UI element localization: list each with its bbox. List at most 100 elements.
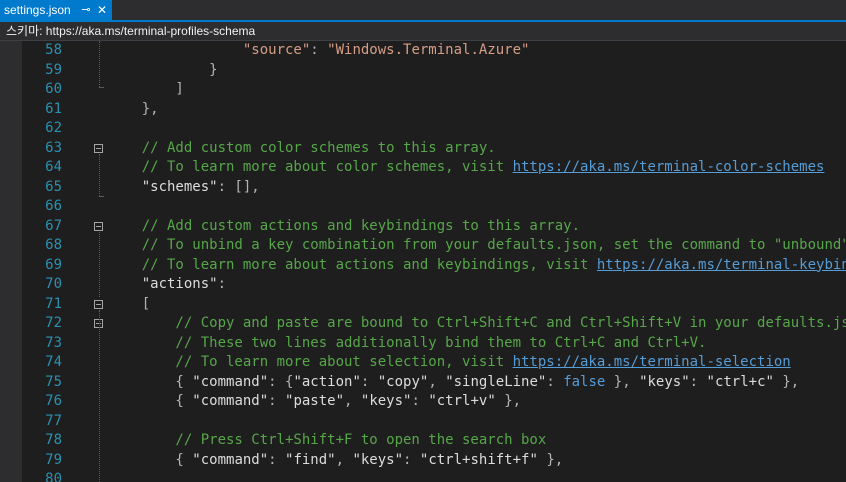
code-token: : [],: [217, 178, 260, 195]
code-token: :: [360, 373, 378, 390]
outline-guide: [99, 231, 100, 297]
code-token: },: [108, 100, 159, 117]
code-line[interactable]: 73 // These two lines additionally bind …: [0, 334, 846, 354]
outline-guide: [99, 41, 100, 87]
code-text: // To learn more about color schemes, vi…: [108, 158, 825, 178]
code-text: "schemes": [],: [108, 178, 260, 198]
code-token: :: [268, 451, 286, 468]
code-text: // To learn more about selection, visit …: [108, 353, 791, 373]
code-line[interactable]: 75 { "command": {"action": "copy", "sing…: [0, 373, 846, 393]
code-token: },: [495, 393, 522, 409]
code-line[interactable]: 79 { "command": "find", "keys": "ctrl+sh…: [0, 451, 846, 471]
schema-text: 스키마: https://aka.ms/terminal-profiles-sc…: [6, 24, 256, 38]
line-number: 72: [45, 315, 62, 331]
code-line[interactable]: 62: [0, 119, 846, 139]
pin-icon[interactable]: ⊸: [80, 3, 92, 17]
code-text: ]: [108, 80, 183, 100]
code-line[interactable]: 71 [: [0, 295, 846, 315]
code-text: "source": "Windows.Terminal.Azure": [108, 41, 530, 61]
code-token: ,: [428, 373, 446, 390]
code-token: {: [108, 393, 193, 409]
tab-title: settings.json: [4, 3, 71, 17]
code-text: // These two lines additionally bind the…: [108, 334, 706, 354]
code-token: // Add custom actions and keybindings to…: [108, 217, 581, 234]
code-line[interactable]: 68 // To unbind a key combination from y…: [0, 236, 846, 256]
outline-guide: [99, 153, 100, 196]
code-token: false: [563, 373, 606, 390]
outline-guide-end: [99, 87, 104, 88]
code-line[interactable]: 58 "source": "Windows.Terminal.Azure": [0, 41, 846, 61]
code-line[interactable]: 67 // Add custom actions and keybindings…: [0, 217, 846, 237]
code-token: :: [546, 373, 564, 390]
code-text: { "command": "find", "keys": "ctrl+shift…: [108, 451, 563, 471]
code-token: :: [411, 393, 429, 409]
code-token: :: [310, 42, 328, 58]
code-token: "paste": [285, 393, 345, 409]
code-text: // Add custom actions and keybindings to…: [108, 217, 580, 237]
code-editor[interactable]: 58 "source": "Windows.Terminal.Azure" 59 …: [0, 41, 846, 482]
code-token: // Add custom color schemes to this arra…: [108, 139, 496, 156]
code-token: {: [108, 451, 193, 468]
line-number: 62: [45, 120, 62, 136]
tab-strip: settings.json ⊸ ✕: [0, 0, 846, 22]
code-token: :: [403, 451, 420, 468]
code-token: "singleLine": [445, 373, 547, 390]
code-line[interactable]: 78 // Press Ctrl+Shift+F to open the sea…: [0, 431, 846, 451]
code-line[interactable]: 70 "actions":: [0, 275, 846, 295]
schema-bar[interactable]: 스키마: https://aka.ms/terminal-profiles-sc…: [0, 22, 846, 41]
code-token: "find": [285, 451, 336, 468]
code-line[interactable]: 76 { "command": "paste", "keys": "ctrl+v…: [0, 392, 846, 412]
code-token: // To learn more about selection, visit: [108, 354, 513, 370]
line-number: 67: [45, 217, 62, 234]
line-number: 71: [45, 295, 62, 312]
line-number: 58: [45, 42, 62, 58]
code-token: [: [108, 295, 151, 312]
code-token: :: [689, 373, 707, 390]
code-token: // Copy and paste are bound to Ctrl+Shif…: [108, 315, 846, 331]
code-line[interactable]: 69 // To learn more about actions and ke…: [0, 256, 846, 276]
code-line[interactable]: 61 },: [0, 100, 846, 120]
collapse-icon[interactable]: [94, 299, 103, 309]
code-text: // Copy and paste are bound to Ctrl+Shif…: [108, 314, 846, 334]
code-text: { "command": "paste", "keys": "ctrl+v" }…: [108, 392, 521, 412]
line-number: 77: [45, 412, 62, 429]
code-line[interactable]: 72 // Copy and paste are bound to Ctrl+S…: [0, 314, 846, 334]
code-token: "command": [192, 451, 269, 468]
tab-settings-json[interactable]: settings.json ⊸ ✕: [0, 0, 112, 20]
line-number: 74: [45, 354, 62, 370]
collapse-icon[interactable]: [94, 143, 103, 153]
code-line[interactable]: 63 // Add custom color schemes to this a…: [0, 139, 846, 159]
code-text: // Press Ctrl+Shift+F to open the search…: [108, 431, 546, 451]
code-token: "keys": [352, 451, 404, 468]
line-number: 63: [45, 139, 62, 156]
code-link[interactable]: https://aka.ms/terminal-selection: [513, 354, 791, 370]
line-number: 73: [45, 334, 62, 351]
close-icon[interactable]: ✕: [96, 3, 108, 17]
code-text: },: [108, 100, 159, 120]
code-token: "schemes": [108, 178, 218, 195]
code-line[interactable]: 64 // To learn more about color schemes,…: [0, 158, 846, 178]
line-number: 64: [45, 159, 62, 175]
collapse-icon[interactable]: [94, 221, 103, 231]
code-line[interactable]: 59 }: [0, 61, 846, 81]
code-token: "actions": [108, 276, 218, 292]
code-link[interactable]: https://aka.ms/terminal-color-schemes: [513, 159, 825, 175]
code-line[interactable]: 66: [0, 197, 846, 217]
code-line[interactable]: 60 ]: [0, 80, 846, 100]
line-number: 68: [45, 237, 62, 253]
line-number: 61: [45, 100, 62, 117]
code-text: [: [108, 295, 150, 315]
code-text: "actions":: [108, 275, 226, 295]
code-line[interactable]: 74 // To learn more about selection, vis…: [0, 353, 846, 373]
code-line[interactable]: 77: [0, 412, 846, 432]
code-link[interactable]: https://aka.ms/terminal-keybindings: [597, 257, 846, 273]
code-token: :: [268, 393, 286, 409]
code-token: "source": [108, 42, 311, 58]
code-text: // Add custom color schemes to this arra…: [108, 139, 496, 159]
code-token: // These two lines additionally bind the…: [108, 334, 707, 351]
code-line[interactable]: 65 "schemes": [],: [0, 178, 846, 198]
code-line[interactable]: 80: [0, 470, 846, 482]
outline-guide-end: [99, 195, 104, 197]
line-number: 65: [45, 178, 62, 195]
outline-guide: [99, 309, 100, 482]
